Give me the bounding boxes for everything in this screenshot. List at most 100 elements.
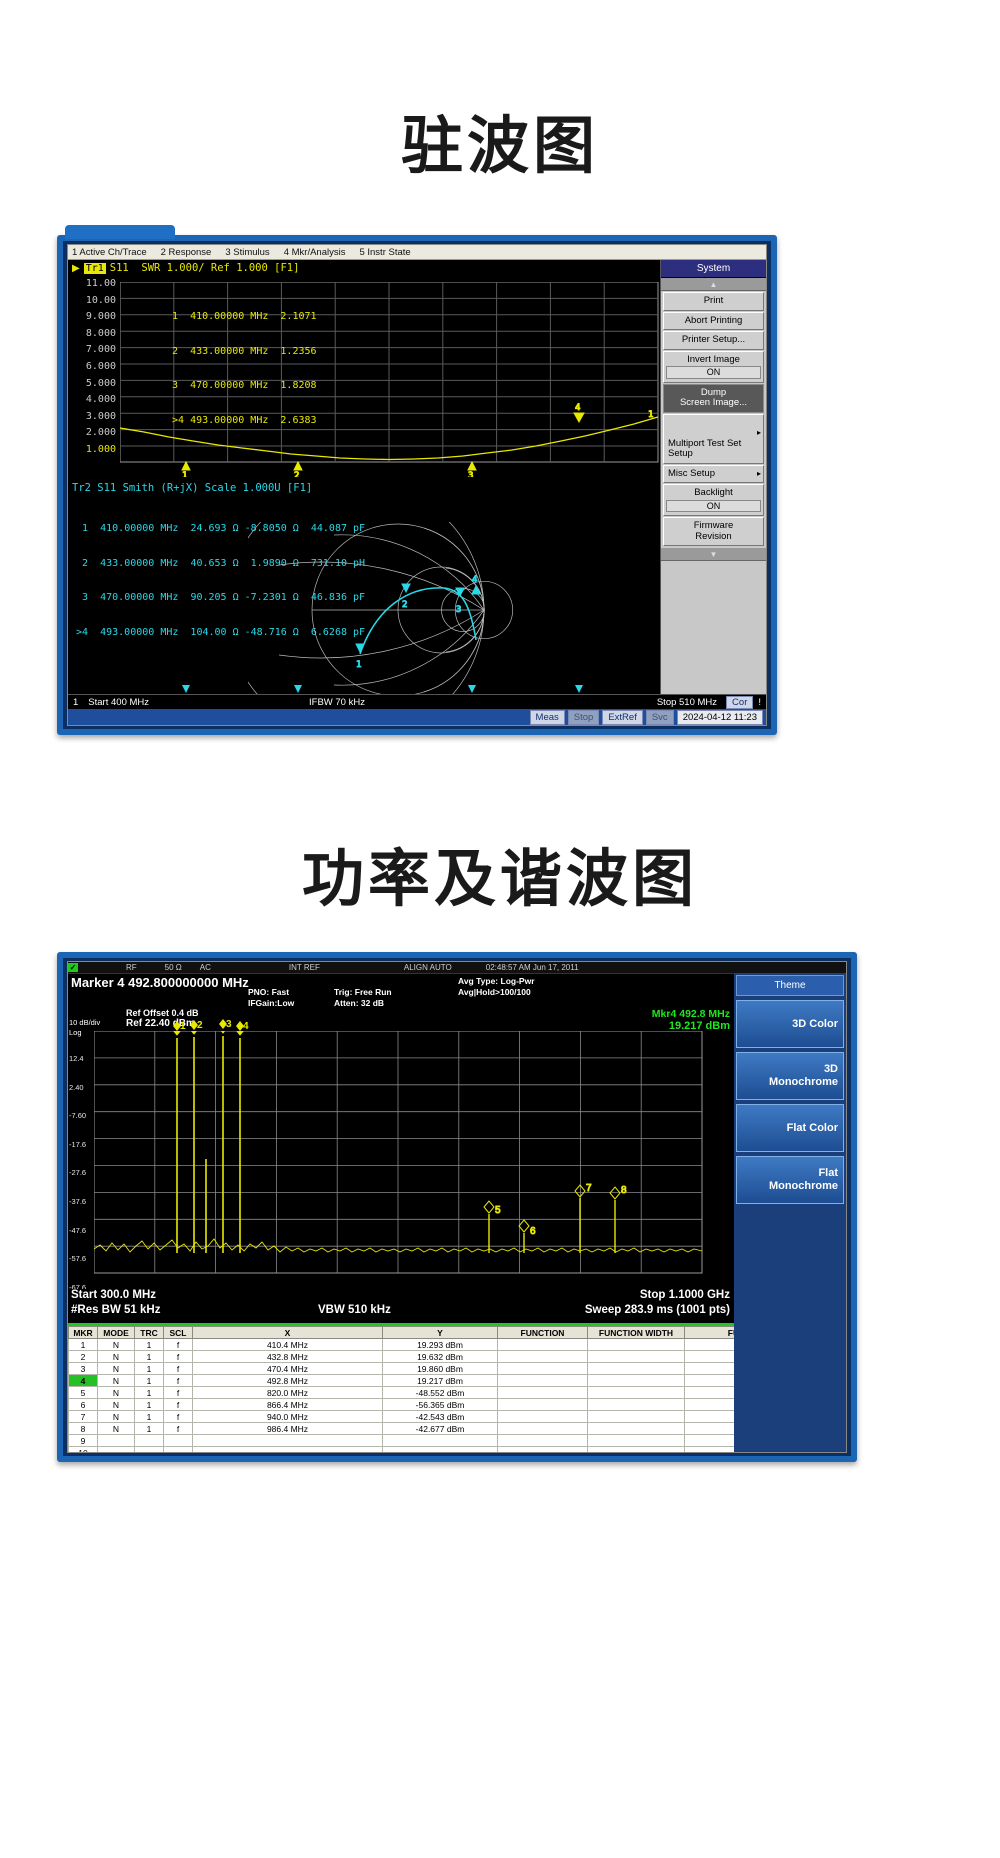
- table-row[interactable]: 3N1f470.4 MHz19.860 dBm: [69, 1363, 846, 1375]
- sa-res-bw[interactable]: #Res BW 51 kHz: [71, 1304, 160, 1316]
- svg-text:3: 3: [226, 1019, 232, 1030]
- sa-info-bar: Marker 4 492.800000000 MHz PNO: Fast IFG…: [68, 974, 846, 1012]
- table-row[interactable]: 7N1f940.0 MHz-42.543 dBm: [69, 1411, 846, 1423]
- svg-text:1: 1: [182, 471, 187, 477]
- marker-number: 3: [82, 592, 88, 603]
- softkey-print[interactable]: Print: [663, 292, 764, 311]
- vna-softkey-menu[interactable]: System ▲ Print Abort Printing Printer Se…: [660, 260, 766, 695]
- cell-mkr: 5: [69, 1387, 98, 1399]
- cell-trc: [135, 1447, 164, 1454]
- marker-freq: 493.00000: [100, 627, 154, 638]
- cell-x: [193, 1435, 383, 1447]
- status-meas[interactable]: Meas: [530, 710, 565, 725]
- softkey-scroll-up-icon[interactable]: ▲: [661, 278, 766, 291]
- sa-menu-flat-monochrome[interactable]: Flat Monochrome: [736, 1156, 844, 1204]
- sa-stop-freq[interactable]: Stop 1.1000 GHz: [640, 1289, 730, 1301]
- svg-text:1: 1: [356, 660, 361, 670]
- sa-start-freq[interactable]: Start 300.0 MHz: [71, 1289, 156, 1301]
- status-extref[interactable]: ExtRef: [602, 710, 643, 725]
- th-function-width: FUNCTION WIDTH: [588, 1327, 685, 1339]
- table-row[interactable]: 4N1f492.8 MHz19.217 dBm: [69, 1375, 846, 1387]
- cell-mode: N: [98, 1351, 135, 1363]
- marker-number: >4: [76, 627, 88, 638]
- sa-sweep[interactable]: Sweep 283.9 ms (1001 pts): [585, 1304, 730, 1316]
- table-row[interactable]: 2N1f432.8 MHz19.632 dBm: [69, 1351, 846, 1363]
- softkey-scroll-down-icon[interactable]: ▼: [661, 548, 766, 561]
- cell-mkr: 6: [69, 1399, 98, 1411]
- chevron-right-icon: ▸: [757, 469, 761, 480]
- softkey-backlight-value[interactable]: ON: [666, 500, 761, 513]
- cell-trc: [135, 1435, 164, 1447]
- trace1-badge[interactable]: Tr1: [84, 263, 106, 274]
- table-row[interactable]: 10: [69, 1447, 846, 1454]
- marker-number: 2: [82, 558, 88, 569]
- cell-mkr: 10: [69, 1447, 98, 1454]
- table-row[interactable]: 1N1f410.4 MHz19.293 dBm: [69, 1339, 846, 1351]
- cell-mkr: 9: [69, 1435, 98, 1447]
- sa-menu-3d-color[interactable]: 3D Color: [736, 1000, 844, 1048]
- ytick: 3.000: [68, 409, 116, 426]
- cell-function: [498, 1339, 588, 1351]
- vna-menubar[interactable]: 1 Active Ch/Trace 2 Response 3 Stimulus …: [68, 245, 766, 260]
- sa-marker-table[interactable]: MKR MODE TRC SCL X Y FUNCTION FUNCTION W…: [68, 1326, 846, 1452]
- cell-function-width: [588, 1387, 685, 1399]
- sa-theme-menu[interactable]: Theme 3D Color 3D Monochrome Flat Color …: [734, 973, 846, 1452]
- sa-menu-3d-monochrome[interactable]: 3D Monochrome: [736, 1052, 844, 1100]
- sa-pno: PNO: Fast: [248, 987, 289, 997]
- svg-text:4: 4: [472, 575, 477, 585]
- cell-mkr: 8: [69, 1423, 98, 1435]
- table-row[interactable]: 9: [69, 1435, 846, 1447]
- cell-x: [193, 1447, 383, 1454]
- status-stop[interactable]: Stop: [568, 710, 600, 725]
- softkey-abort-printing[interactable]: Abort Printing: [663, 312, 764, 331]
- cell-trc: 1: [135, 1339, 164, 1351]
- cell-mode: [98, 1435, 135, 1447]
- table-row[interactable]: 6N1f866.4 MHz-56.365 dBm: [69, 1399, 846, 1411]
- vna-ifbw[interactable]: IFBW 70 kHz: [304, 697, 370, 708]
- vna-stop-freq[interactable]: Stop 510 MHz: [652, 697, 722, 708]
- menu-active-ch-trace[interactable]: 1 Active Ch/Trace: [72, 247, 147, 258]
- sa-vbw[interactable]: VBW 510 kHz: [318, 1304, 391, 1316]
- cell-mode: [98, 1447, 135, 1454]
- softkey-firmware-revision[interactable]: Firmware Revision: [663, 517, 764, 546]
- cell-x: 940.0 MHz: [193, 1411, 383, 1423]
- status-svc[interactable]: Svc: [646, 710, 674, 725]
- cell-function-width: [588, 1423, 685, 1435]
- ytick: -37.6: [69, 1188, 86, 1217]
- menu-response[interactable]: 2 Response: [161, 247, 212, 258]
- trace2-header: Tr2 S11 Smith (R+jX) Scale 1.000U [F1]: [72, 482, 312, 494]
- menu-mkr-analysis[interactable]: 4 Mkr/Analysis: [284, 247, 346, 258]
- sa-top-status-bar: ✓ RF 50 Ω AC INT REF ALIGN AUTO 02:48:57…: [68, 962, 846, 974]
- th-mkr: MKR: [69, 1327, 98, 1339]
- menu-instr-state[interactable]: 5 Instr State: [359, 247, 410, 258]
- cell-function: [498, 1435, 588, 1447]
- cell-function: [498, 1387, 588, 1399]
- trace1-yaxis: 11.00 10.00 9.000 8.000 7.000 6.000 5.00…: [68, 276, 116, 459]
- softkey-invert-image[interactable]: Invert Image ON: [663, 351, 764, 383]
- cell-function: [498, 1447, 588, 1454]
- cell-y: -42.677 dBm: [383, 1423, 498, 1435]
- table-row[interactable]: 8N1f986.4 MHz-42.677 dBm: [69, 1423, 846, 1435]
- softkey-backlight[interactable]: Backlight ON: [663, 484, 764, 516]
- softkey-invert-image-value[interactable]: ON: [666, 366, 761, 379]
- cell-y: 19.632 dBm: [383, 1351, 498, 1363]
- cell-scl: f: [164, 1339, 193, 1351]
- softkey-multiport-test-set-setup[interactable]: ▸ Multiport Test Set Setup: [663, 414, 764, 464]
- sa-ifgain: IFGain:Low: [248, 998, 294, 1008]
- sa-menu-flat-color[interactable]: Flat Color: [736, 1104, 844, 1152]
- svg-text:2: 2: [294, 471, 299, 477]
- softkey-misc-setup[interactable]: ▸ Misc Setup: [663, 465, 764, 484]
- ytick: 2.40: [69, 1074, 86, 1103]
- marker-freq: 470.00000: [100, 592, 154, 603]
- cell-y: -56.365 dBm: [383, 1399, 498, 1411]
- ytick: 10.00: [68, 293, 116, 310]
- ytick: 11.00: [68, 276, 116, 293]
- table-row[interactable]: 5N1f820.0 MHz-48.552 dBm: [69, 1387, 846, 1399]
- menu-stimulus[interactable]: 3 Stimulus: [225, 247, 269, 258]
- vna-start-freq[interactable]: Start 400 MHz: [83, 697, 154, 708]
- cell-mode: N: [98, 1375, 135, 1387]
- softkey-printer-setup[interactable]: Printer Setup...: [663, 331, 764, 350]
- cell-y: 19.860 dBm: [383, 1363, 498, 1375]
- ytick: 6.000: [68, 359, 116, 376]
- softkey-dump-screen-image[interactable]: Dump Screen Image...: [663, 384, 764, 413]
